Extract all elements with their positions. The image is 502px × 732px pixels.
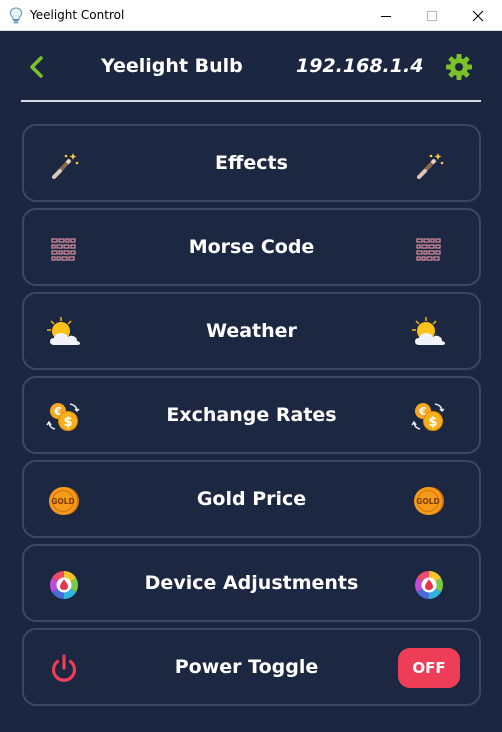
sun-behind-cloud-icon xyxy=(411,315,447,351)
morse-code-card[interactable]: Morse Code xyxy=(22,208,481,286)
magic-wand-icon xyxy=(411,147,447,183)
color-wheel-icon xyxy=(411,567,447,603)
currency-exchange-icon: € $ xyxy=(411,399,447,435)
gear-icon[interactable] xyxy=(445,53,473,81)
maximize-button[interactable] xyxy=(409,0,455,31)
gold-coin-icon: GOLD xyxy=(411,483,447,519)
morse-grid-icon xyxy=(411,231,447,267)
close-icon xyxy=(472,10,484,21)
gold-price-card[interactable]: GOLD Gold Price GOLD xyxy=(22,460,481,538)
device-adjustments-card[interactable]: Device Adjustments xyxy=(22,544,481,622)
close-button[interactable] xyxy=(455,0,501,31)
device-ip-address: 192.168.1.4 xyxy=(296,55,424,77)
svg-text:$: $ xyxy=(428,415,437,430)
effects-card[interactable]: Effects xyxy=(22,124,481,202)
lightbulb-icon xyxy=(9,7,23,24)
exchange-rates-card[interactable]: € $ Exchange Rates € $ xyxy=(22,376,481,454)
minimize-icon xyxy=(381,15,391,17)
minimize-button[interactable] xyxy=(363,0,409,31)
window-titlebar: Yeelight Control xyxy=(0,0,502,31)
window-title: Yeelight Control xyxy=(30,8,125,22)
svg-text:GOLD: GOLD xyxy=(416,497,440,506)
power-state-button[interactable]: OFF xyxy=(398,648,460,688)
power-toggle-card[interactable]: Power Toggle OFF xyxy=(22,628,481,706)
maximize-icon xyxy=(427,10,437,21)
page-title: Yeelight Bulb xyxy=(101,55,243,77)
weather-card[interactable]: Weather xyxy=(22,292,481,370)
header-divider xyxy=(21,100,481,102)
back-arrow-icon[interactable] xyxy=(25,54,49,80)
